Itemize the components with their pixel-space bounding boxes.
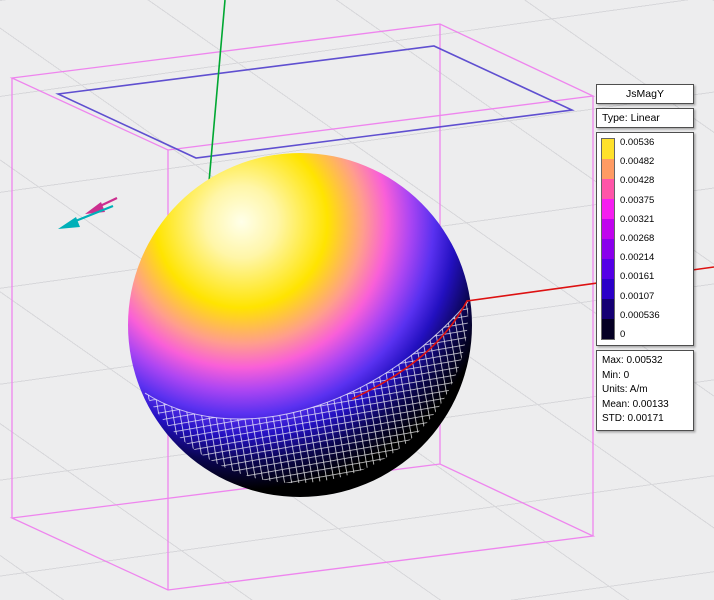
scale-tick-label: 0 [620, 330, 689, 340]
sphere-mesh-region [145, 302, 468, 483]
plot-legend[interactable]: JsMagY Type: Linear 0.00536 0.00482 0.00… [596, 84, 694, 435]
scale-tick-label: 0.00268 [620, 234, 689, 244]
stat-line: Mean: 0.00133 [602, 398, 688, 413]
legend-statistics: Max: 0.00532 Min: 0 Units: A/m Mean: 0.0… [596, 350, 694, 431]
legend-color-scale: 0.00536 0.00482 0.00428 0.00375 0.00321 … [596, 132, 694, 346]
scale-tick-label: 0.00321 [620, 215, 689, 225]
legend-type-label: Type: Linear [596, 108, 694, 128]
scale-tick-label: 0.00214 [620, 253, 689, 263]
scale-tick-label: 0.00161 [620, 272, 689, 282]
stat-line: Max: 0.00532 [602, 354, 688, 369]
colorbar-tick-labels: 0.00536 0.00482 0.00428 0.00375 0.00321 … [620, 138, 689, 340]
scale-tick-label: 0.00107 [620, 292, 689, 302]
stat-line: Units: A/m [602, 383, 688, 398]
colorbar [601, 138, 615, 340]
stat-line: Min: 0 [602, 369, 688, 384]
stat-line: STD: 0.00171 [602, 412, 688, 427]
scale-tick-label: 0.00428 [620, 176, 689, 186]
legend-title: JsMagY [596, 84, 694, 104]
field-plot-viewport[interactable]: JsMagY Type: Linear 0.00536 0.00482 0.00… [0, 0, 714, 600]
scale-tick-label: 0.00482 [620, 157, 689, 167]
scale-tick-label: 0.00375 [620, 196, 689, 206]
scale-tick-label: 0.000536 [620, 311, 689, 321]
scale-tick-label: 0.00536 [620, 138, 689, 148]
